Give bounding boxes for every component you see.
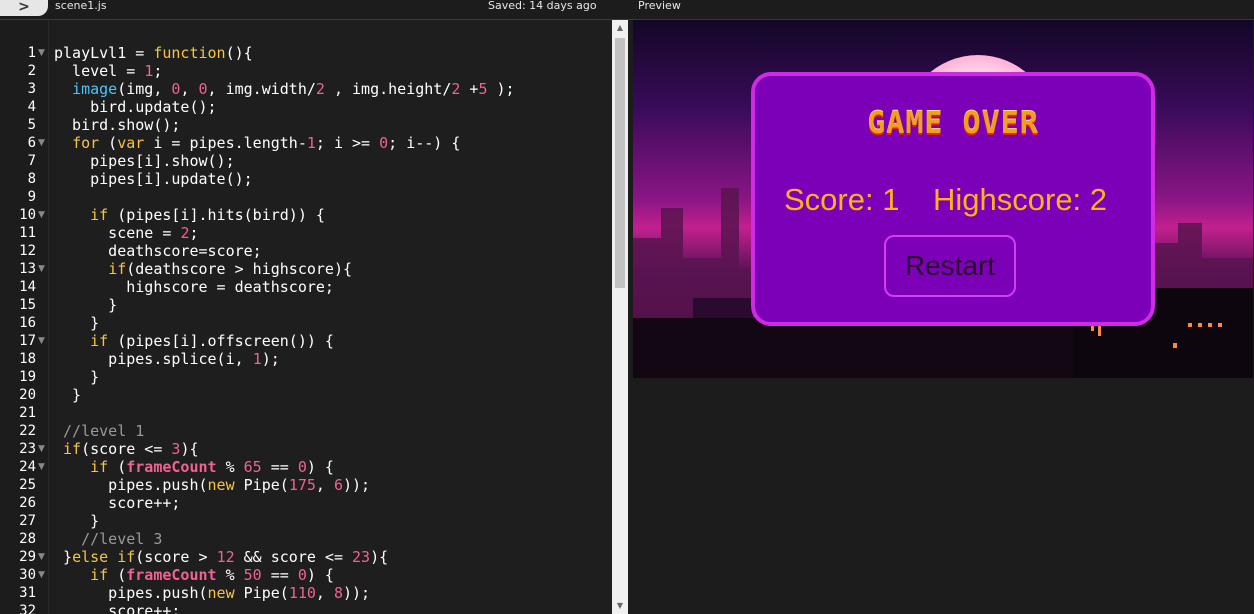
highscore-label: Highscore: 2: [933, 182, 1108, 217]
line-number: 29: [19, 549, 36, 565]
app-window: > scene1.js Saved: 14 days ago Preview 1…: [0, 0, 1254, 614]
line-number: 22: [19, 423, 36, 439]
code-line[interactable]: score++;: [54, 494, 180, 512]
code-line[interactable]: if (frameCount % 50 == 0) {: [54, 566, 334, 584]
line-number: 17: [19, 333, 36, 349]
line-number: 9: [27, 189, 36, 205]
line-number: 12: [19, 243, 36, 259]
code-line[interactable]: //level 3: [54, 530, 162, 548]
code-line[interactable]: pipes[i].show();: [54, 152, 235, 170]
fold-arrow-icon[interactable]: ▼: [38, 134, 45, 152]
line-number: 15: [19, 297, 36, 313]
line-number: 24: [19, 459, 36, 475]
line-number: 2: [27, 63, 36, 79]
code-line[interactable]: image(img, 0, 0, img.width/2 , img.heigh…: [54, 80, 515, 98]
code-line[interactable]: if(deathscore > highscore){: [54, 260, 352, 278]
line-number: 28: [19, 531, 36, 547]
code-line[interactable]: }: [54, 314, 99, 332]
code-line[interactable]: if (pipes[i].offscreen()) {: [54, 332, 334, 350]
line-number: 10: [19, 207, 36, 223]
fold-arrow-icon[interactable]: ▼: [38, 458, 45, 476]
fold-arrow-icon[interactable]: ▼: [38, 548, 45, 566]
line-number: 4: [27, 99, 36, 115]
code-line[interactable]: for (var i = pipes.length-1; i >= 0; i--…: [54, 134, 460, 152]
top-bar: > scene1.js Saved: 14 days ago Preview: [0, 0, 1254, 20]
line-number: 19: [19, 369, 36, 385]
line-number: 18: [19, 351, 36, 367]
code-line[interactable]: highscore = deathscore;: [54, 278, 334, 296]
code-line[interactable]: score++;: [54, 602, 180, 614]
restart-button[interactable]: Restart: [884, 235, 1016, 297]
line-number: 26: [19, 495, 36, 511]
scroll-up-arrow-icon[interactable]: ▲: [615, 22, 625, 34]
code-line[interactable]: }: [54, 386, 81, 404]
scroll-down-arrow-icon[interactable]: ▼: [615, 600, 625, 612]
code-line[interactable]: }: [54, 512, 99, 530]
line-number: 11: [19, 225, 36, 241]
line-number: 27: [19, 513, 36, 529]
line-number: 30: [19, 567, 36, 583]
line-number: 20: [19, 387, 36, 403]
line-number: 25: [19, 477, 36, 493]
code-line[interactable]: scene = 2;: [54, 224, 198, 242]
fold-arrow-icon[interactable]: ▼: [38, 332, 45, 350]
game-over-dialog: GAME OVER Score: 1 Highscore: 2 Restart: [751, 72, 1155, 326]
scrollbar-thumb[interactable]: [615, 38, 625, 288]
line-number: 23: [19, 441, 36, 457]
code-line[interactable]: level = 1;: [54, 62, 162, 80]
fold-arrow-icon[interactable]: ▼: [38, 260, 45, 278]
line-number: 32: [19, 603, 36, 614]
code-area[interactable]: playLvl1 = function(){ level = 1; image(…: [48, 20, 612, 614]
preview-pane: GAME OVER Score: 1 Highscore: 2 Restart: [628, 20, 1254, 614]
code-line[interactable]: }: [54, 368, 99, 386]
line-number: 31: [19, 585, 36, 601]
code-line[interactable]: pipes.splice(i, 1);: [54, 350, 280, 368]
line-number: 14: [19, 279, 36, 295]
code-line[interactable]: if (frameCount % 65 == 0) {: [54, 458, 334, 476]
code-line[interactable]: playLvl1 = function(){: [54, 44, 253, 62]
code-editor[interactable]: 1 ▼ 2 3 4 5 6 ▼ 7 8 9 10 ▼ 11 12 13 ▼ 14 15 16 17 ▼ 18 19 20 21 22…: [0, 20, 628, 614]
game-canvas[interactable]: GAME OVER Score: 1 Highscore: 2 Restart: [633, 20, 1253, 378]
line-number: 13: [19, 261, 36, 277]
code-line[interactable]: //level 1: [54, 422, 144, 440]
fold-arrow-icon[interactable]: ▼: [38, 206, 45, 224]
fold-arrow-icon[interactable]: ▼: [38, 566, 45, 584]
line-number: 5: [27, 117, 36, 133]
code-line[interactable]: if(score <= 3){: [54, 440, 198, 458]
line-number: 16: [19, 315, 36, 331]
fold-arrow-icon[interactable]: ▼: [38, 440, 45, 458]
fold-arrow-icon[interactable]: ▼: [38, 44, 45, 62]
code-line[interactable]: if (pipes[i].hits(bird)) {: [54, 206, 325, 224]
sidebar-toggle-button[interactable]: >: [0, 0, 48, 16]
saved-status: Saved: 14 days ago: [488, 0, 597, 12]
code-line[interactable]: bird.update();: [54, 98, 216, 116]
code-line[interactable]: }: [54, 296, 117, 314]
line-number: 7: [27, 153, 36, 169]
code-line[interactable]: bird.show();: [54, 116, 180, 134]
code-line[interactable]: pipes.push(new Pipe(110, 8));: [54, 584, 370, 602]
line-number: 3: [27, 81, 36, 97]
line-number-gutter: 1 ▼ 2 3 4 5 6 ▼ 7 8 9 10 ▼ 11 12 13 ▼ 14 15 16 17 ▼ 18 19 20 21 22…: [0, 20, 48, 614]
line-number: 21: [19, 405, 36, 421]
score-label: Score: 1: [784, 182, 900, 217]
editor-scrollbar[interactable]: ▲ ▼: [612, 20, 628, 614]
line-number: 8: [27, 171, 36, 187]
file-name-tab[interactable]: scene1.js: [55, 0, 107, 12]
code-line[interactable]: }else if(score > 12 && score <= 23){: [54, 548, 388, 566]
code-line[interactable]: deathscore=score;: [54, 242, 262, 260]
code-line[interactable]: pipes.push(new Pipe(175, 6));: [54, 476, 370, 494]
game-over-title: GAME OVER: [867, 106, 1039, 141]
preview-label: Preview: [638, 0, 681, 12]
code-line[interactable]: pipes[i].update();: [54, 170, 253, 188]
line-number: 1: [27, 45, 36, 61]
line-number: 6: [27, 135, 36, 151]
